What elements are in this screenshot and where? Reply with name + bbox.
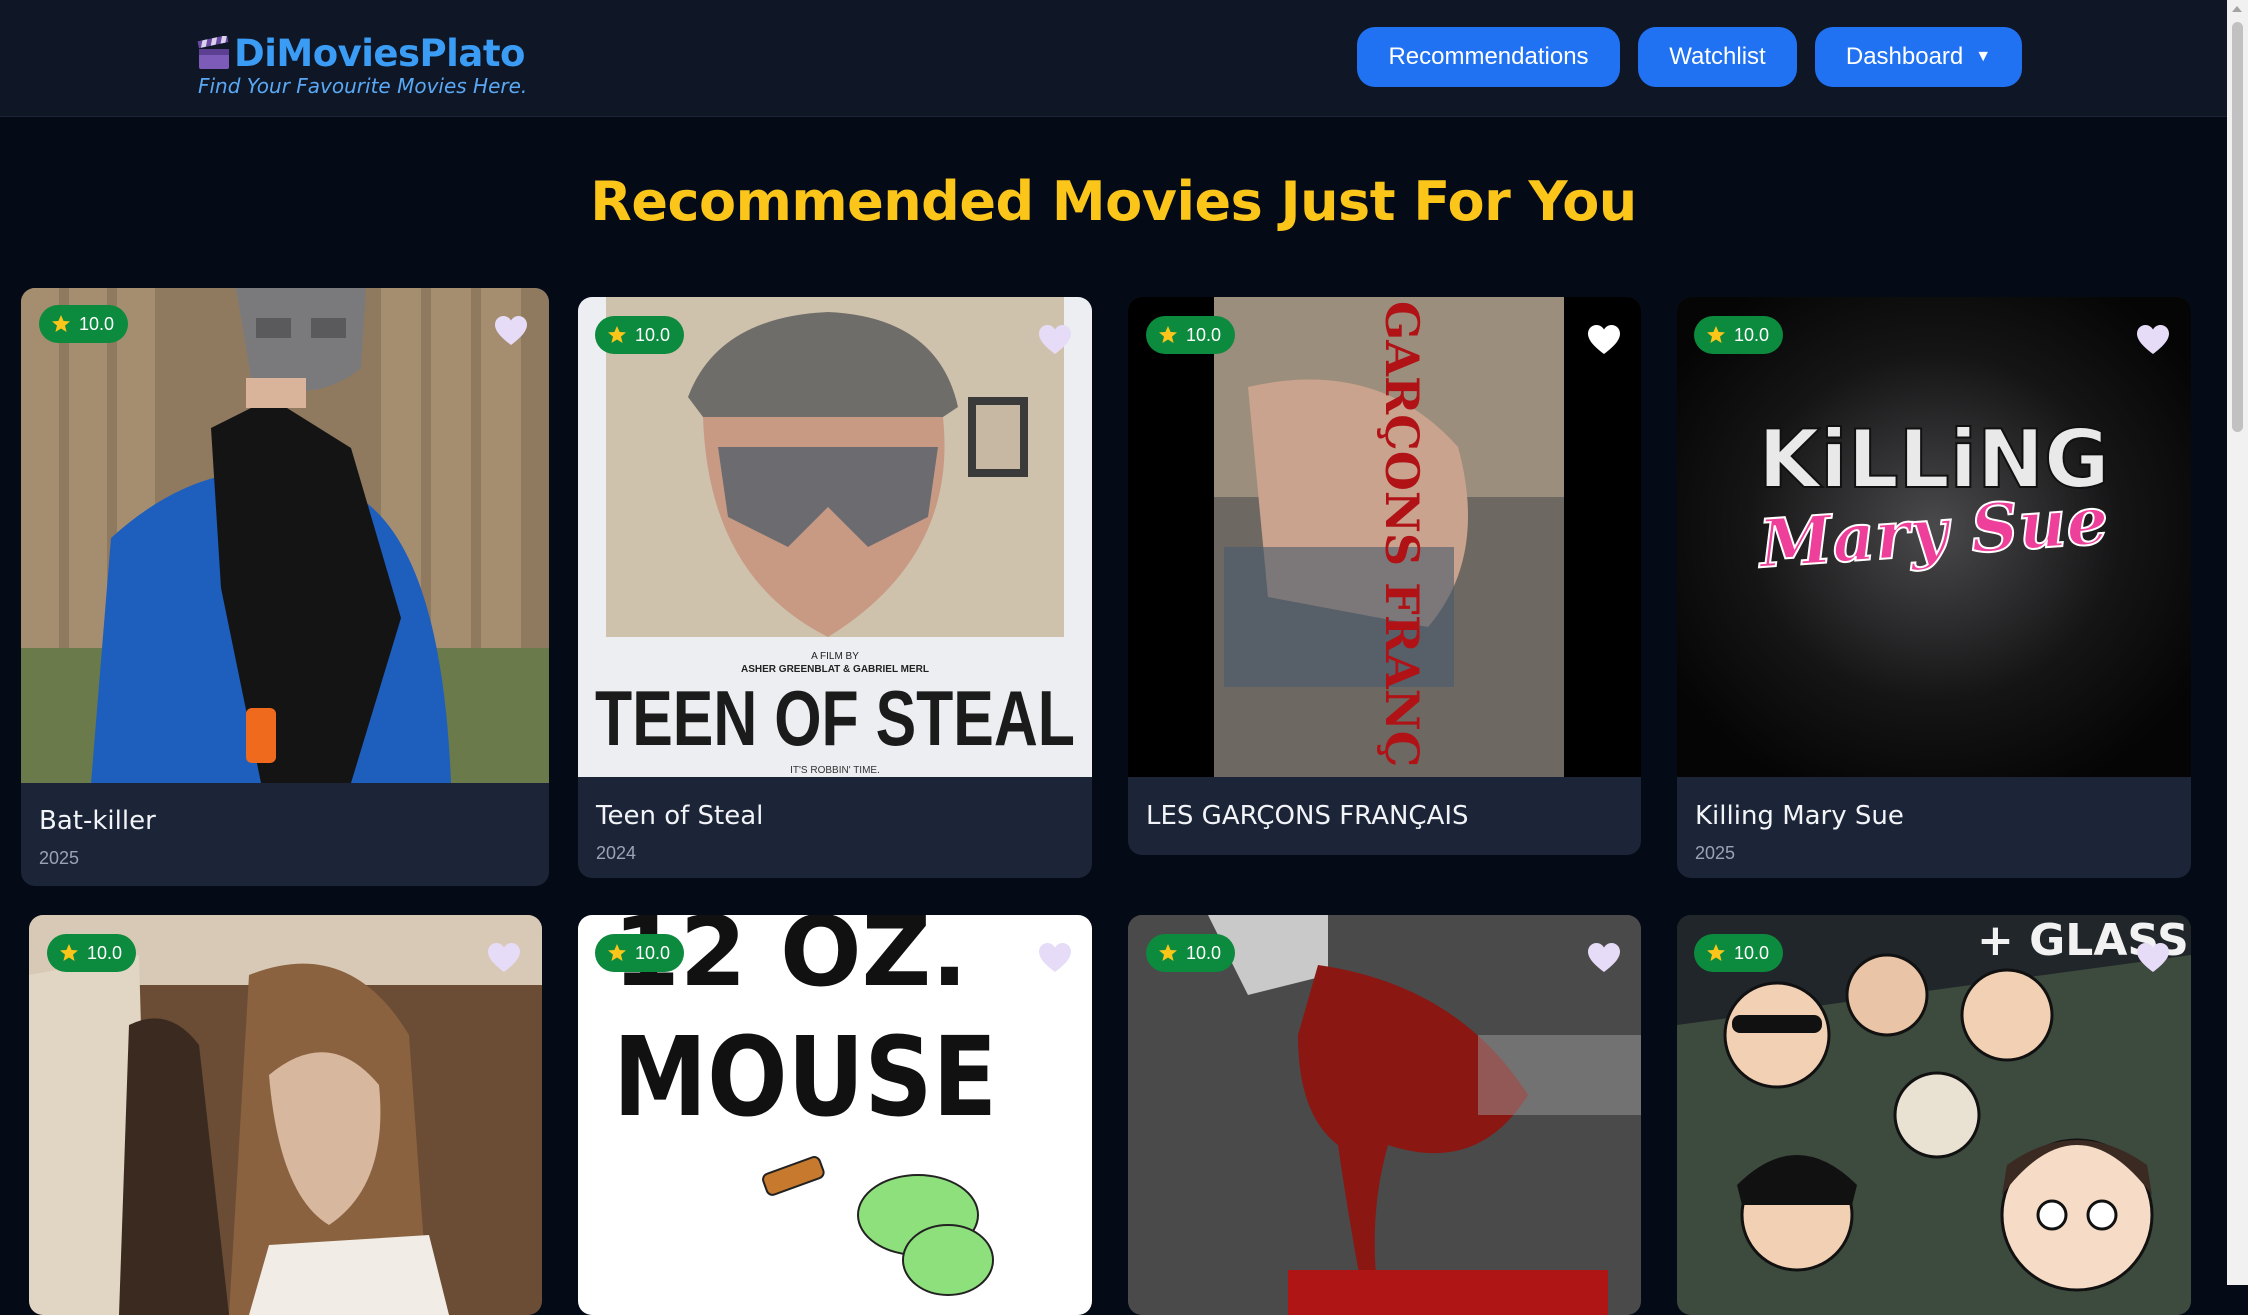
rating-badge: 10.0: [595, 934, 685, 972]
star-icon: [608, 326, 626, 343]
star-icon: [608, 944, 626, 961]
recommendations-button[interactable]: Recommendations: [1357, 27, 1620, 87]
rating-badge: 10.0: [595, 316, 685, 354]
heart-icon[interactable]: [2136, 324, 2170, 356]
watchlist-label: Watchlist: [1669, 43, 1766, 70]
poster-credit: A FILM BY: [811, 651, 859, 662]
page-scrollbar[interactable]: [2227, 0, 2248, 1285]
card-info: Teen of Steal 2024: [596, 801, 763, 864]
movie-title: Teen of Steal: [596, 801, 764, 831]
movie-year: 2025: [39, 848, 80, 868]
rating-value: 10.0: [87, 942, 123, 963]
card-info: LES GARÇONS FRANÇAIS: [1146, 801, 1469, 831]
movie-poster: KiLLiNG Mary Sue: [1677, 297, 2191, 777]
heart-icon[interactable]: [2136, 942, 2170, 974]
movie-poster: 12 OZ. MOUSE: [578, 915, 1092, 1315]
movie-poster: [1128, 915, 1641, 1315]
brand[interactable]: DiMoviesPlato Find Your Favourite Movies…: [196, 32, 527, 98]
movie-card-12-oz-mouse[interactable]: 12 OZ. MOUSE 10.0: [578, 915, 1092, 1315]
star-icon: [52, 315, 70, 332]
brand-tagline: Find Your Favourite Movies Here.: [198, 74, 528, 98]
rating-badge: 10.0: [1146, 934, 1236, 972]
scrollbar-thumb[interactable]: [2232, 22, 2243, 432]
heart-icon[interactable]: [487, 942, 521, 974]
poster-tagline: IT'S ROBBIN' TIME.: [790, 765, 880, 776]
rating-value: 10.0: [1186, 942, 1222, 963]
movie-poster: [21, 288, 549, 783]
heart-icon[interactable]: [494, 315, 528, 347]
movie-card-bat-killer[interactable]: 10.0 Bat-killer 2025: [21, 288, 549, 886]
movie-card[interactable]: 10.0: [1128, 915, 1641, 1315]
star-icon: [1159, 944, 1177, 961]
rating-value: 10.0: [1734, 324, 1770, 345]
movie-card-killing-mary-sue[interactable]: KiLLiNG Mary Sue 10.0 Killing Mary Sue 2…: [1677, 297, 2191, 878]
movie-title: Bat-killer: [39, 806, 156, 836]
heart-icon[interactable]: [1038, 324, 1072, 356]
clapperboard-icon: [197, 36, 229, 69]
poster-title: TEEN OF STEAL: [595, 675, 1075, 762]
page-title: Recommended Movies Just For You: [590, 170, 1637, 233]
rating-value: 10.0: [635, 324, 671, 345]
poster-vertical-title: GARÇONS FRANÇ: [1375, 301, 1429, 767]
movie-year: 2024: [596, 843, 637, 863]
poster-credit-names: ASHER GREENBLAT & GABRIEL MERL: [741, 664, 929, 675]
card-info: Bat-killer 2025: [39, 806, 156, 869]
rating-badge: 10.0: [47, 934, 137, 972]
movie-title: Killing Mary Sue: [1695, 801, 1904, 831]
movie-year: 2025: [1695, 843, 1736, 863]
dashboard-dropdown-button[interactable]: Dashboard ▼: [1815, 27, 2022, 87]
heart-icon[interactable]: [1038, 942, 1072, 974]
movie-title: LES GARÇONS FRANÇAIS: [1146, 801, 1469, 831]
rating-badge: 10.0: [1694, 934, 1784, 972]
rating-value: 10.0: [635, 942, 671, 963]
rating-badge: 10.0: [1146, 316, 1236, 354]
rating-badge: 10.0: [39, 305, 129, 343]
poster-title-line2: MOUSE: [613, 1014, 997, 1142]
watchlist-button[interactable]: Watchlist: [1638, 27, 1797, 87]
movie-poster: A FILM BY ASHER GREENBLAT & GABRIEL MERL…: [578, 297, 1092, 777]
movie-poster: + GLASS: [1677, 915, 2191, 1315]
movie-card[interactable]: 10.0: [29, 915, 542, 1315]
movie-card-les-garcons-francais[interactable]: GARÇONS FRANÇ 10.0 LES GARÇONS FRANÇAIS: [1128, 297, 1641, 855]
heart-icon[interactable]: [1587, 324, 1621, 356]
dashboard-label: Dashboard: [1845, 43, 1964, 70]
scroll-up-arrow-icon[interactable]: [2232, 6, 2242, 12]
rating-value: 10.0: [1734, 942, 1770, 963]
movie-poster: GARÇONS FRANÇ: [1128, 297, 1641, 777]
star-icon: [1707, 326, 1725, 343]
card-info: Killing Mary Sue 2025: [1695, 801, 1904, 864]
rating-badge: 10.0: [1694, 316, 1784, 354]
movie-card[interactable]: + GLASS 10.0: [1677, 915, 2191, 1315]
movie-poster: [29, 915, 542, 1315]
star-icon: [1707, 944, 1725, 961]
rating-value: 10.0: [79, 313, 115, 334]
heart-icon[interactable]: [1587, 942, 1621, 974]
star-icon: [1159, 326, 1177, 343]
recommendations-label: Recommendations: [1388, 43, 1589, 70]
brand-name: DiMoviesPlato: [234, 32, 525, 75]
star-icon: [60, 944, 78, 961]
rating-value: 10.0: [1186, 324, 1222, 345]
movie-card-teen-of-steal[interactable]: A FILM BY ASHER GREENBLAT & GABRIEL MERL…: [578, 297, 1092, 878]
navbar: DiMoviesPlato Find Your Favourite Movies…: [0, 0, 2227, 117]
chevron-down-icon: ▼: [1975, 48, 1992, 65]
